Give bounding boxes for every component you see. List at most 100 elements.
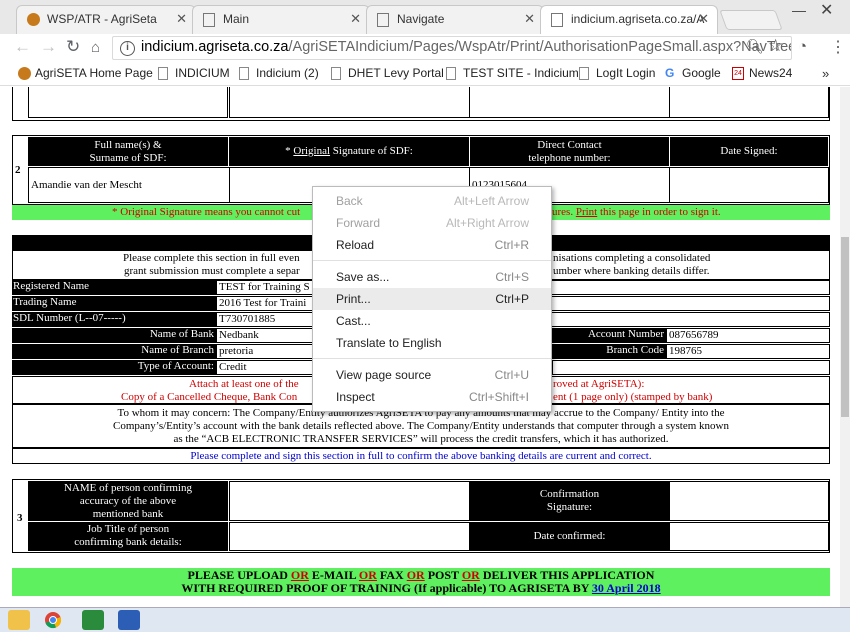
agriseta-favicon-icon (27, 13, 40, 26)
tab-label: WSP/ATR - AgriSeta (47, 12, 157, 26)
section1-cell (28, 87, 228, 118)
bookmark-indicium[interactable]: INDICIUM (158, 66, 230, 80)
intro-text: nisations completing a consolidated (553, 252, 711, 264)
page-icon (377, 13, 389, 27)
close-icon[interactable]: ✕ (176, 11, 187, 27)
scrollbar-thumb[interactable] (841, 237, 849, 417)
page-icon (551, 13, 563, 27)
menu-item-cast[interactable]: Cast... (313, 310, 551, 332)
submission-deadline-band: PLEASE UPLOAD OR E-MAIL OR FAX OR POST O… (12, 568, 830, 596)
bookmark-label: INDICIUM (175, 66, 230, 80)
menu-item-view-source[interactable]: View page source Ctrl+U (313, 364, 551, 386)
folder-app-icon[interactable] (8, 610, 30, 630)
date-confirmed-label: Date confirmed: (470, 522, 669, 551)
bookmark-agriseta-home[interactable]: AgriSETA Home Page (18, 66, 153, 80)
bookmark-test-site[interactable]: TEST SITE - Indicium (446, 66, 579, 80)
bank-confirmation-table: 3 NAME of person confirming accuracy of … (12, 479, 830, 553)
bookmark-news24[interactable]: 24 News24 (732, 66, 792, 80)
excel-app-icon[interactable] (82, 610, 104, 630)
branch-name-label: Name of Branch (12, 344, 216, 359)
forward-arrow-icon[interactable]: → (40, 37, 57, 57)
authorization-line: as the “ACB ELECTRONIC TRANSFER SERVICES… (173, 433, 669, 445)
account-number-value: 087656789 (666, 328, 830, 343)
home-icon[interactable]: ⌂ (91, 39, 100, 56)
agriseta-favicon-icon (18, 67, 31, 80)
word-app-icon[interactable] (118, 610, 140, 630)
page-icon (446, 67, 456, 80)
menu-shortcut: Alt+Left Arrow (453, 194, 529, 208)
minimize-icon[interactable]: — (792, 2, 806, 18)
bookmark-indicium-2[interactable]: Indicium (2) (239, 66, 319, 80)
info-icon[interactable]: i (120, 41, 135, 56)
menu-item-inspect[interactable]: Inspect Ctrl+Shift+I (313, 386, 551, 408)
tab-wsp-atr[interactable]: WSP/ATR - AgriSeta ✕ (16, 5, 196, 34)
attach-text: roved at AgriSETA): (553, 378, 645, 390)
label-text: Date confirmed: (533, 530, 606, 542)
sdf-name-cell: Amandie van der Mescht (28, 167, 230, 203)
address-bar[interactable]: i indicium.agriseta.co.za/AgriSETAIndici… (112, 36, 792, 60)
intro-text: grant submission must complete a separ (124, 265, 300, 277)
zoom-icon[interactable]: 🔍︎ (746, 38, 764, 55)
or-text: OR (406, 568, 425, 582)
bookmark-label: DHET Levy Portal (348, 66, 444, 80)
note-text: this page in order to sign it. (597, 206, 721, 218)
tab-navigate[interactable]: Navigate ✕ (366, 5, 544, 34)
menu-label: Translate to English (336, 336, 442, 350)
browser-menu-icon[interactable]: ⋮ (830, 37, 846, 57)
bookmark-google[interactable]: G Google (665, 66, 721, 80)
close-icon[interactable]: ✕ (524, 11, 535, 27)
bookmark-dhet-levy-portal[interactable]: DHET Levy Portal (331, 66, 444, 80)
url-path: /AgriSETAIndicium/Pages/WspAtr/Print/Aut… (288, 39, 792, 55)
back-arrow-icon[interactable]: ← (14, 37, 31, 57)
label-line: NAME of person confirming (63, 482, 192, 494)
chrome-app-icon[interactable] (42, 610, 64, 630)
bookmark-logit-login[interactable]: LogIt Login (579, 66, 655, 80)
menu-label: Print... (336, 292, 371, 306)
window-close-icon[interactable]: ✕ (820, 0, 833, 20)
menu-shortcut: Ctrl+S (495, 270, 529, 284)
signature-header: * Original Signature of SDF: (229, 137, 469, 166)
menu-item-translate[interactable]: Translate to English (313, 332, 551, 354)
menu-item-forward[interactable]: Forward Alt+Right Arrow (313, 212, 551, 234)
header-line: Surname of SDF: (89, 152, 167, 164)
more-bookmarks-icon[interactable]: » (822, 66, 829, 81)
menu-item-print[interactable]: Print... Ctrl+P (313, 288, 551, 310)
header-text: Date Signed: (720, 145, 778, 157)
or-text: OR (290, 568, 309, 582)
menu-shortcut: Ctrl+Shift+I (468, 390, 529, 404)
registered-name-label: Registered Name (12, 280, 216, 295)
print-link[interactable]: Print (576, 206, 597, 218)
browser-toolbar: ← → ↻ ⌂ i indicium.agriseta.co.za/AgriSE… (0, 34, 850, 64)
note-text: ures. (552, 206, 576, 218)
deadline-text: PLEASE UPLOAD (187, 568, 291, 582)
google-icon: G (665, 66, 675, 80)
confirmation-signature-label: Confirmation Signature: (470, 481, 669, 521)
authorization-line: Company’s/Entity’s account with the bank… (113, 420, 729, 432)
bookmark-label: TEST SITE - Indicium (463, 66, 579, 80)
intro-text: umber where banking details differ. (553, 265, 710, 277)
new-tab-button[interactable] (719, 10, 783, 30)
close-icon[interactable]: ✕ (350, 11, 361, 27)
job-title-cell (229, 522, 470, 551)
close-icon[interactable]: ✕ (698, 11, 709, 27)
tab-indicium-active[interactable]: indicium.agriseta.co.za/A ✕ (540, 5, 718, 34)
date-signed-cell (669, 167, 829, 203)
section-number: 3 (17, 512, 23, 524)
menu-label: Reload (336, 238, 375, 252)
extension-gauge-icon[interactable]: ◔ (798, 38, 807, 55)
tab-main[interactable]: Main ✕ (192, 5, 370, 34)
menu-separator (313, 358, 551, 359)
bookmark-star-icon[interactable]: ☆ (768, 36, 783, 56)
label-line: confirming bank details: (74, 536, 182, 548)
menu-label: Cast... (336, 314, 371, 328)
page-icon (331, 67, 341, 80)
page-scrollbar[interactable] (840, 87, 850, 607)
page-icon (203, 13, 215, 27)
bookmark-label: News24 (749, 66, 793, 80)
page-icon (158, 67, 168, 80)
reload-icon[interactable]: ↻ (66, 37, 80, 57)
menu-item-reload[interactable]: Reload Ctrl+R (313, 234, 551, 256)
menu-item-save-as[interactable]: Save as... Ctrl+S (313, 266, 551, 288)
menu-item-back[interactable]: Back Alt+Left Arrow (313, 190, 551, 212)
confirmer-name-input (229, 481, 470, 521)
